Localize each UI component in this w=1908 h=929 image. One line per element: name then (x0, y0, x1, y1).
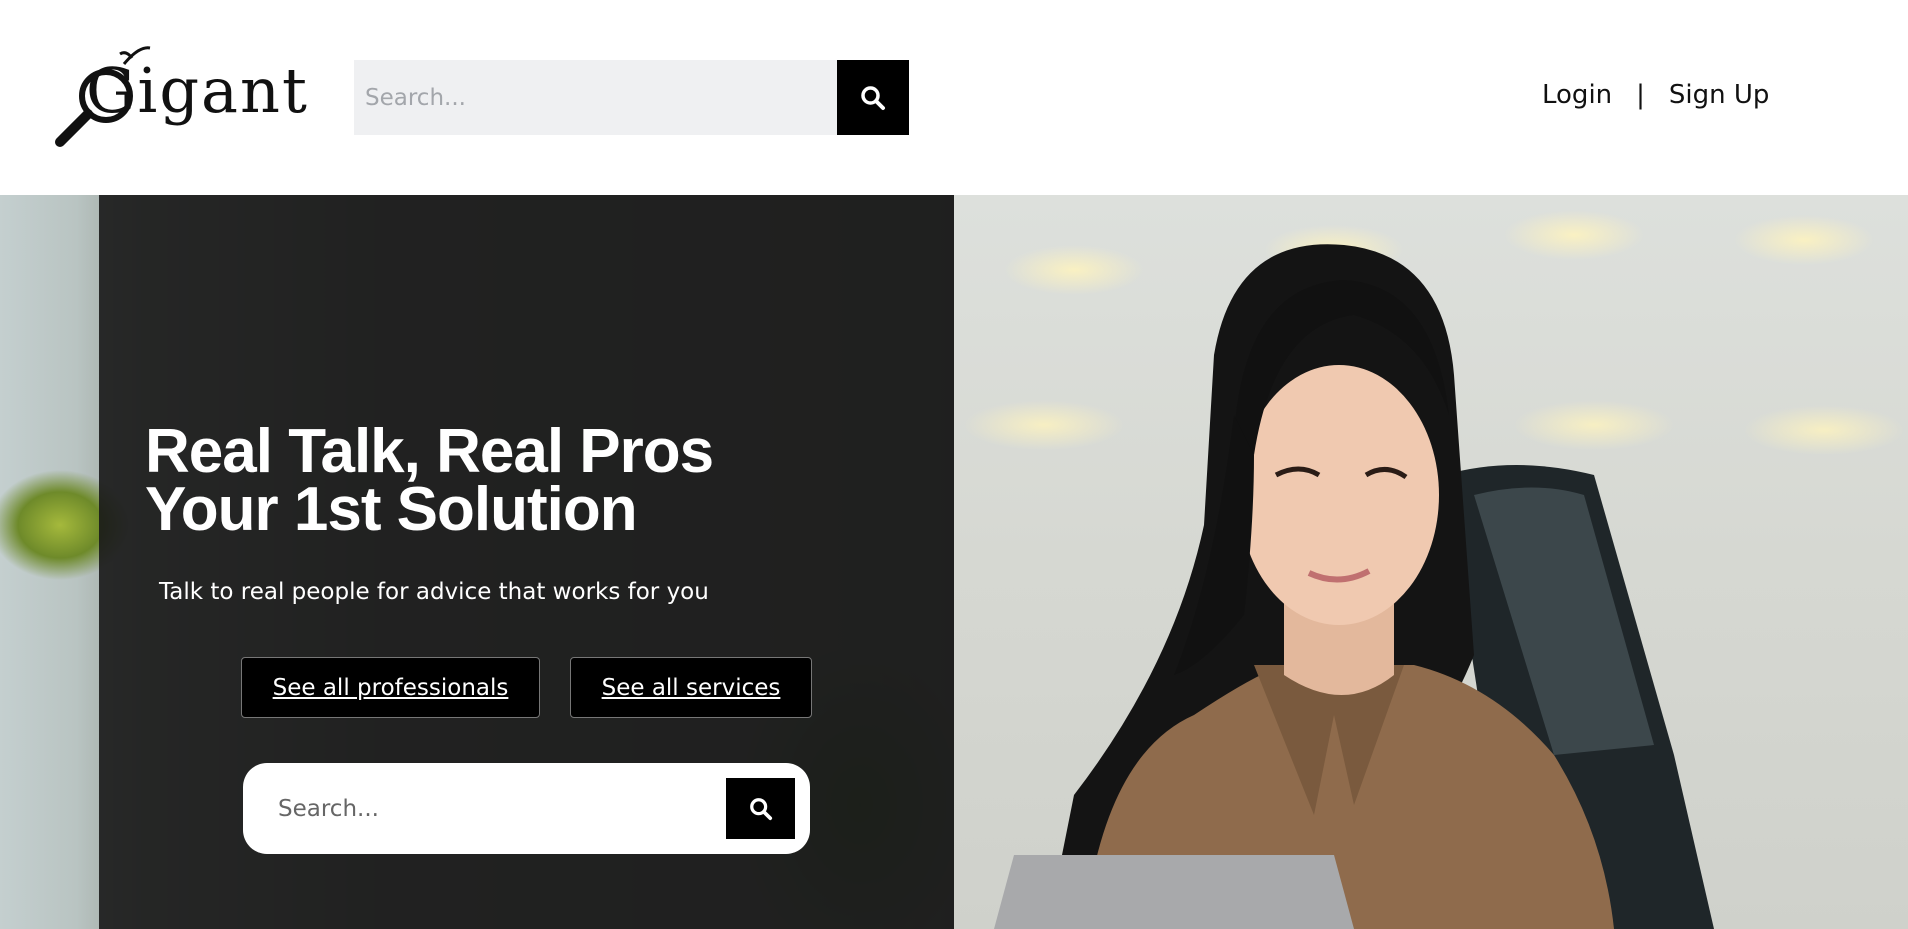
logo[interactable]: Gigant (54, 44, 307, 154)
header-search-button[interactable] (837, 60, 909, 135)
auth-nav: Login | Sign Up (1542, 80, 1769, 110)
hero-photo-woman (994, 244, 1714, 929)
hero-search (243, 763, 810, 854)
hero-subtitle: Talk to real people for advice that work… (159, 579, 709, 605)
hero-title-line1: Real Talk, Real Pros (145, 417, 714, 486)
search-icon (861, 85, 885, 110)
signup-link[interactable]: Sign Up (1669, 80, 1770, 110)
site-header: Gigant Login | Sign Up (0, 0, 1908, 195)
header-search-input[interactable] (354, 60, 837, 135)
nav-separator: | (1636, 80, 1645, 110)
hero-search-button[interactable] (726, 778, 795, 839)
logo-text: Gigant (86, 54, 309, 127)
login-link[interactable]: Login (1542, 80, 1612, 110)
hero-search-input[interactable] (278, 781, 728, 836)
see-all-professionals-button[interactable]: See all professionals (241, 657, 540, 718)
search-icon (749, 797, 772, 820)
hero-title-line2: Your 1st Solution (145, 475, 638, 544)
hero-title: Real Talk, Real Pros Your 1st Solution (145, 417, 714, 544)
see-all-services-button[interactable]: See all services (570, 657, 812, 718)
header-search (354, 60, 909, 135)
hero-section: Real Talk, Real Pros Your 1st Solution T… (0, 195, 1908, 929)
